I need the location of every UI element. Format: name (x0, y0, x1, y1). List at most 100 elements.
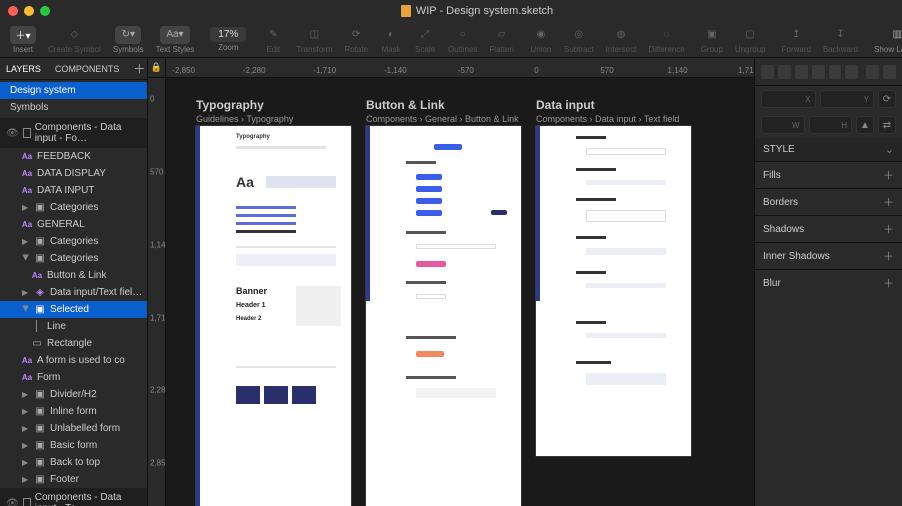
chevron-right-icon[interactable]: ▶ (22, 407, 30, 416)
layer-data-input[interactable]: AaDATA INPUT (0, 182, 147, 199)
outlines-button[interactable]: ○Outlines (444, 26, 481, 54)
ungroup-button[interactable]: ▢Ungroup (731, 26, 770, 54)
artboard-typography[interactable]: Typography Aa Banner Header 1 Header 2 (196, 126, 351, 506)
flip-v-icon[interactable]: ⇄ (878, 116, 896, 134)
chevron-right-icon[interactable]: ▶ (22, 288, 30, 297)
distribute-h-icon[interactable] (866, 65, 879, 79)
section-inner-shadows[interactable]: Inner Shadows ＋ (755, 242, 902, 269)
layer-feedback[interactable]: AaFEEDBACK (0, 148, 147, 165)
artboard-button-link[interactable] (366, 126, 521, 506)
section-shadows[interactable]: Shadows ＋ (755, 215, 902, 242)
layer-data-display[interactable]: AaDATA DISPLAY (0, 165, 147, 182)
section-blur[interactable]: Blur ＋ (755, 269, 902, 296)
layer-unlabelled-form[interactable]: ▶▣Unlabelled form (0, 420, 147, 437)
tab-layers[interactable]: LAYERS (6, 64, 41, 74)
create-symbol-button[interactable]: ◇ Create Symbol (44, 26, 105, 54)
chevron-down-icon[interactable]: ▶ (22, 255, 31, 263)
artboard-data-input[interactable] (536, 126, 691, 456)
chevron-down-icon[interactable]: ⌄ (885, 143, 894, 156)
zoom-control[interactable]: 17% Zoom (206, 27, 250, 52)
close-window-icon[interactable] (8, 6, 18, 16)
text-styles-button[interactable]: Aa▾ Text Styles (152, 26, 199, 54)
group-button[interactable]: ▣Group (697, 26, 727, 54)
add-page-icon[interactable]: ＋ (133, 60, 145, 77)
layer-general[interactable]: AaGENERAL (0, 216, 147, 233)
add-icon[interactable]: ＋ (883, 194, 894, 210)
layer-back-to-top[interactable]: ▶▣Back to top (0, 454, 147, 471)
flip-h-icon[interactable]: ▲ (856, 116, 874, 134)
y-input[interactable]: Y (820, 90, 875, 108)
union-button[interactable]: ◉Union (526, 26, 556, 54)
layer-categories-2[interactable]: ▶▣Categories (0, 233, 147, 250)
intersect-button[interactable]: ◍Intersect (602, 26, 641, 54)
scale-button[interactable]: ⤢Scale (410, 26, 440, 54)
subtract-button[interactable]: ◎Subtract (560, 26, 598, 54)
align-right-icon[interactable] (795, 65, 808, 79)
layer-form-desc-text[interactable]: AaA form is used to co (0, 352, 147, 369)
lock-icon[interactable]: 🔒 (151, 62, 162, 73)
artboard-header-data-input-text[interactable]: 👁 Components - Data input - Te… (0, 488, 147, 506)
chevron-right-icon[interactable]: ▶ (22, 203, 30, 212)
insert-button[interactable]: ＋▾ Insert (6, 26, 40, 54)
layer-search-symbol[interactable]: ▶◈Data input/Text field/Searc… (0, 284, 147, 301)
align-h-center-icon[interactable] (778, 65, 791, 79)
add-icon[interactable]: ＋ (883, 167, 894, 183)
artboard-header-data-input-form[interactable]: 👁 Components - Data input - Fo… (0, 118, 147, 148)
page-design-system[interactable]: Design system (0, 82, 147, 99)
add-icon[interactable]: ＋ (883, 221, 894, 237)
artboard-title-button-link[interactable]: Button & Link (366, 98, 445, 112)
layer-footer[interactable]: ▶▣Footer (0, 471, 147, 488)
layer-basic-form[interactable]: ▶▣Basic form (0, 437, 147, 454)
forward-button[interactable]: ↥Forward (778, 26, 815, 54)
chevron-right-icon[interactable]: ▶ (22, 475, 30, 484)
ruler-corner[interactable]: 🔒 (148, 58, 166, 77)
align-v-center-icon[interactable] (829, 65, 842, 79)
maximize-window-icon[interactable] (40, 6, 50, 16)
difference-button[interactable]: ◌Difference (644, 26, 688, 54)
visibility-icon[interactable]: 👁 (6, 128, 19, 139)
chevron-down-icon[interactable]: ▶ (22, 306, 31, 314)
distribute-v-icon[interactable] (883, 65, 896, 79)
x-input[interactable]: X (761, 90, 816, 108)
layer-inline-form[interactable]: ▶▣Inline form (0, 403, 147, 420)
transform-button[interactable]: ◫Transform (292, 26, 336, 54)
height-input[interactable]: H (809, 116, 853, 134)
symbols-button[interactable]: ↻▾ Symbols (109, 26, 148, 54)
backward-button[interactable]: ↧Backward (819, 26, 862, 54)
layer-button-link[interactable]: AaButton & Link (0, 267, 147, 284)
align-bottom-icon[interactable] (845, 65, 858, 79)
align-left-icon[interactable] (761, 65, 774, 79)
layer-categories-1[interactable]: ▶▣Categories (0, 199, 147, 216)
tab-components[interactable]: COMPONENTS (55, 64, 120, 74)
add-icon[interactable]: ＋ (883, 275, 894, 291)
canvas[interactable]: Typography Guidelines › Typography Typog… (166, 78, 754, 506)
layer-line[interactable]: │Line (0, 318, 147, 335)
artboard-title-typography[interactable]: Typography (196, 98, 264, 112)
layer-divider-h2[interactable]: ▶▣Divider/H2 (0, 386, 147, 403)
page-symbols[interactable]: Symbols (0, 99, 147, 116)
mask-button[interactable]: ◐Mask (376, 26, 406, 54)
layer-form-text[interactable]: AaForm (0, 369, 147, 386)
section-borders[interactable]: Borders ＋ (755, 188, 902, 215)
chevron-right-icon[interactable]: ▶ (22, 237, 30, 246)
artboard-title-data-input[interactable]: Data input (536, 98, 595, 112)
section-style[interactable]: STYLE ⌄ (755, 138, 902, 161)
chevron-right-icon[interactable]: ▶ (22, 390, 30, 399)
section-fills[interactable]: Fills ＋ (755, 161, 902, 188)
zoom-value[interactable]: 17% (210, 27, 246, 42)
edit-button[interactable]: ✎Edit (258, 26, 288, 54)
flatten-button[interactable]: ▱Flatten (485, 26, 517, 54)
chevron-right-icon[interactable]: ▶ (22, 424, 30, 433)
rotate-button[interactable]: ⟳Rotate (340, 26, 372, 54)
layer-selected-group[interactable]: ▶▣Selected (0, 301, 147, 318)
rotate-icon[interactable]: ⟳ (878, 90, 896, 108)
chevron-right-icon[interactable]: ▶ (22, 458, 30, 467)
width-input[interactable]: W (761, 116, 805, 134)
layer-categories-3[interactable]: ▶▣Categories (0, 250, 147, 267)
show-layout-button[interactable]: ▥Show Layout (870, 26, 902, 54)
minimize-window-icon[interactable] (24, 6, 34, 16)
visibility-icon[interactable]: 👁 (6, 498, 19, 506)
chevron-right-icon[interactable]: ▶ (22, 441, 30, 450)
layer-rectangle[interactable]: ▭Rectangle (0, 335, 147, 352)
add-icon[interactable]: ＋ (883, 248, 894, 264)
